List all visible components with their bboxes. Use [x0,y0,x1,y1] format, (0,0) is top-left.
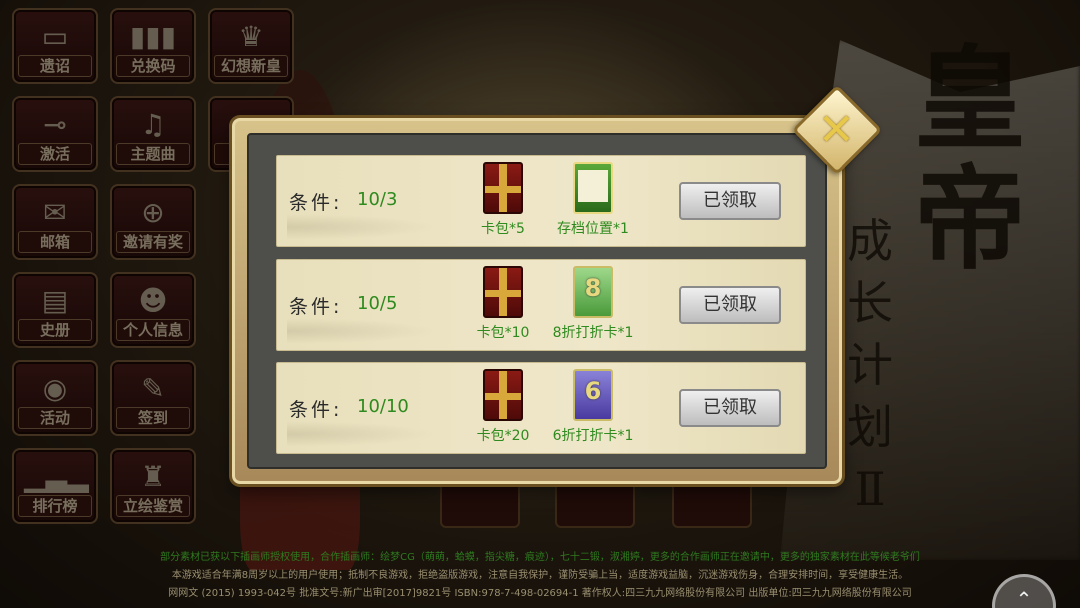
reward-name: 卡包*20 [476,428,530,444]
row-decoration [287,318,437,344]
reward-row: 条件: 10/5 卡包*10 8 8折打折卡*1 已领取 [276,259,806,351]
footer-credits: 部分素材已获以下插画师授权使用，合作插画师：绘梦CG（萌萌，蛤蟆，指尖糖，痕迹）… [160,552,920,563]
reward-name: 存档位置*1 [557,221,629,237]
reward-item: 存档位置*1 [543,162,643,238]
reward-item: 6 6折打折卡*1 [543,369,643,445]
condition-label: 条件: [289,192,343,214]
card-pack-icon [483,162,523,214]
row-decoration [287,214,437,240]
footer-health-notice: 本游戏适合年满8周岁以上的用户使用；抵制不良游戏，拒绝盗版游戏，注意自我保护，谨… [171,570,909,581]
chevron-up-icon: ⌃ [1015,587,1033,608]
discount-value: 6 [584,377,602,405]
reward-item: 卡包*10 [453,266,553,342]
reward-name: 6折打折卡*1 [552,428,634,444]
claimed-button[interactable]: 已领取 [679,389,781,427]
footer-notice: 部分素材已获以下插画师授权使用，合作插画师：绘梦CG（萌萌，蛤蟆，指尖糖，痕迹）… [0,546,1080,608]
discount-card-icon: 6 [573,369,613,421]
reward-row: 条件: 10/3 卡包*5 存档位置*1 已领取 [276,155,806,247]
footer-license: 网网文 (2015) 1993-042号 批准文号:新广出审[2017]9821… [168,588,912,599]
reward-item: 卡包*5 [453,162,553,238]
discount-value: 8 [584,274,602,302]
reward-name: 卡包*5 [481,221,525,237]
reward-name: 卡包*10 [476,325,530,341]
claimed-button[interactable]: 已领取 [679,182,781,220]
claimed-button[interactable]: 已领取 [679,286,781,324]
row-decoration [287,421,437,447]
condition-label: 条件: [289,399,343,421]
reward-item: 8 8折打折卡*1 [543,266,643,342]
reward-item: 卡包*20 [453,369,553,445]
condition-value: 10/10 [357,396,409,417]
card-pack-icon [483,369,523,421]
condition-value: 10/3 [357,189,398,210]
save-slot-card-icon [573,162,613,214]
discount-card-icon: 8 [573,266,613,318]
reward-row: 条件: 10/10 卡包*20 6 6折打折卡*1 已领取 [276,362,806,454]
condition-value: 10/5 [357,293,398,314]
card-pack-icon [483,266,523,318]
condition-label: 条件: [289,296,343,318]
reward-name: 8折打折卡*1 [552,325,634,341]
close-icon: ✕ [817,104,855,156]
